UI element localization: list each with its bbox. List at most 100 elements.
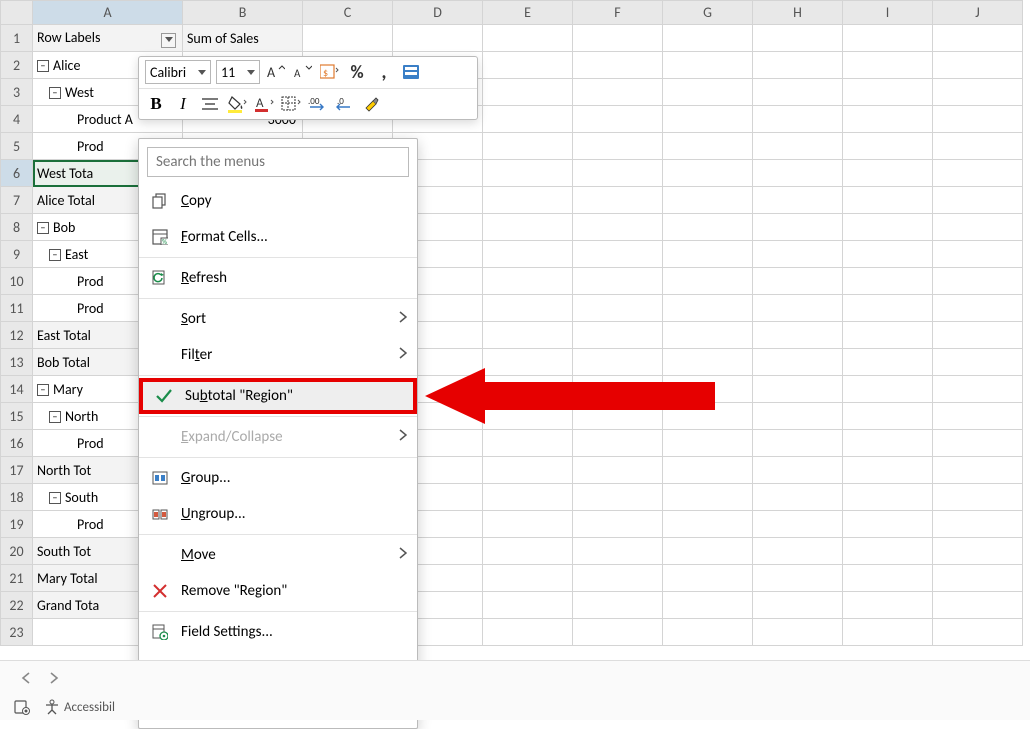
- cell-E7[interactable]: [483, 187, 573, 214]
- cell-J9[interactable]: [933, 241, 1023, 268]
- cell-H21[interactable]: [753, 565, 843, 592]
- macro-record-icon[interactable]: [14, 699, 30, 715]
- cell-E1[interactable]: [483, 25, 573, 52]
- cell-G12[interactable]: [663, 322, 753, 349]
- conditional-format-icon[interactable]: [400, 61, 422, 83]
- cell-I2[interactable]: [843, 52, 933, 79]
- cell-D1[interactable]: [393, 25, 483, 52]
- cell-I17[interactable]: [843, 457, 933, 484]
- font-size-selector[interactable]: 11: [216, 60, 260, 84]
- row-header-1[interactable]: 1: [1, 25, 33, 52]
- cell-H15[interactable]: [753, 403, 843, 430]
- menu-item-format-cells[interactable]: %Format Cells...: [139, 219, 417, 255]
- cell-J17[interactable]: [933, 457, 1023, 484]
- menu-item-refresh[interactable]: Refresh: [139, 260, 417, 296]
- cell-G20[interactable]: [663, 538, 753, 565]
- cell-E19[interactable]: [483, 511, 573, 538]
- cell-B1[interactable]: Sum of Sales: [183, 25, 303, 52]
- cell-E18[interactable]: [483, 484, 573, 511]
- cell-F9[interactable]: [573, 241, 663, 268]
- fill-color-icon[interactable]: [226, 93, 248, 115]
- cell-C1[interactable]: [303, 25, 393, 52]
- cell-G10[interactable]: [663, 268, 753, 295]
- row-header-14[interactable]: 14: [1, 376, 33, 403]
- cell-J16[interactable]: [933, 430, 1023, 457]
- row-header-3[interactable]: 3: [1, 79, 33, 106]
- cell-G8[interactable]: [663, 214, 753, 241]
- cell-E21[interactable]: [483, 565, 573, 592]
- cell-E3[interactable]: [483, 79, 573, 106]
- row-header-13[interactable]: 13: [1, 349, 33, 376]
- cell-J3[interactable]: [933, 79, 1023, 106]
- cell-G7[interactable]: [663, 187, 753, 214]
- cell-I3[interactable]: [843, 79, 933, 106]
- align-icon[interactable]: [199, 93, 221, 115]
- cell-E8[interactable]: [483, 214, 573, 241]
- cell-E2[interactable]: [483, 52, 573, 79]
- cell-F20[interactable]: [573, 538, 663, 565]
- cell-J7[interactable]: [933, 187, 1023, 214]
- cell-H5[interactable]: [753, 133, 843, 160]
- cell-I18[interactable]: [843, 484, 933, 511]
- cell-F6[interactable]: [573, 160, 663, 187]
- cell-F22[interactable]: [573, 592, 663, 619]
- row-header-10[interactable]: 10: [1, 268, 33, 295]
- cell-I12[interactable]: [843, 322, 933, 349]
- collapse-icon[interactable]: −: [49, 249, 61, 261]
- cell-I14[interactable]: [843, 376, 933, 403]
- cell-H11[interactable]: [753, 295, 843, 322]
- menu-item-subtotal-region[interactable]: Subtotal "Region": [139, 378, 417, 414]
- decrease-font-icon[interactable]: A: [292, 61, 314, 83]
- cell-H23[interactable]: [753, 619, 843, 646]
- cell-H16[interactable]: [753, 430, 843, 457]
- cell-F23[interactable]: [573, 619, 663, 646]
- cell-H6[interactable]: [753, 160, 843, 187]
- cell-E6[interactable]: [483, 160, 573, 187]
- cell-E5[interactable]: [483, 133, 573, 160]
- cell-E23[interactable]: [483, 619, 573, 646]
- column-header-J[interactable]: J: [933, 1, 1023, 25]
- cell-H1[interactable]: [753, 25, 843, 52]
- increase-decimal-icon[interactable]: .00: [307, 93, 329, 115]
- percent-icon[interactable]: %: [346, 61, 368, 83]
- menu-item-sort[interactable]: Sort: [139, 301, 417, 337]
- cell-G1[interactable]: [663, 25, 753, 52]
- cell-G19[interactable]: [663, 511, 753, 538]
- cell-J13[interactable]: [933, 349, 1023, 376]
- cell-I20[interactable]: [843, 538, 933, 565]
- cell-J5[interactable]: [933, 133, 1023, 160]
- cell-J14[interactable]: [933, 376, 1023, 403]
- cell-J22[interactable]: [933, 592, 1023, 619]
- bold-icon[interactable]: B: [145, 93, 167, 115]
- collapse-icon[interactable]: −: [49, 87, 61, 99]
- cell-J11[interactable]: [933, 295, 1023, 322]
- collapse-icon[interactable]: −: [37, 384, 49, 396]
- cell-J18[interactable]: [933, 484, 1023, 511]
- cell-G2[interactable]: [663, 52, 753, 79]
- cell-F5[interactable]: [573, 133, 663, 160]
- cell-G6[interactable]: [663, 160, 753, 187]
- cell-A1[interactable]: Row Labels: [33, 25, 183, 52]
- cell-F21[interactable]: [573, 565, 663, 592]
- next-sheet-icon[interactable]: [46, 670, 62, 686]
- cell-J4[interactable]: [933, 106, 1023, 133]
- menu-item-copy[interactable]: Copy: [139, 183, 417, 219]
- menu-item-move[interactable]: Move: [139, 537, 417, 573]
- comma-icon[interactable]: ,: [373, 61, 395, 83]
- row-header-5[interactable]: 5: [1, 133, 33, 160]
- cell-J8[interactable]: [933, 214, 1023, 241]
- cell-F11[interactable]: [573, 295, 663, 322]
- menu-item-field-settings[interactable]: Field Settings...: [139, 614, 417, 650]
- cell-I16[interactable]: [843, 430, 933, 457]
- cell-H9[interactable]: [753, 241, 843, 268]
- cell-F1[interactable]: [573, 25, 663, 52]
- cell-G4[interactable]: [663, 106, 753, 133]
- row-header-21[interactable]: 21: [1, 565, 33, 592]
- cell-H8[interactable]: [753, 214, 843, 241]
- column-header-E[interactable]: E: [483, 1, 573, 25]
- menu-item-ungroup[interactable]: Ungroup...: [139, 496, 417, 532]
- cell-G23[interactable]: [663, 619, 753, 646]
- cell-E4[interactable]: [483, 106, 573, 133]
- column-header-I[interactable]: I: [843, 1, 933, 25]
- row-header-2[interactable]: 2: [1, 52, 33, 79]
